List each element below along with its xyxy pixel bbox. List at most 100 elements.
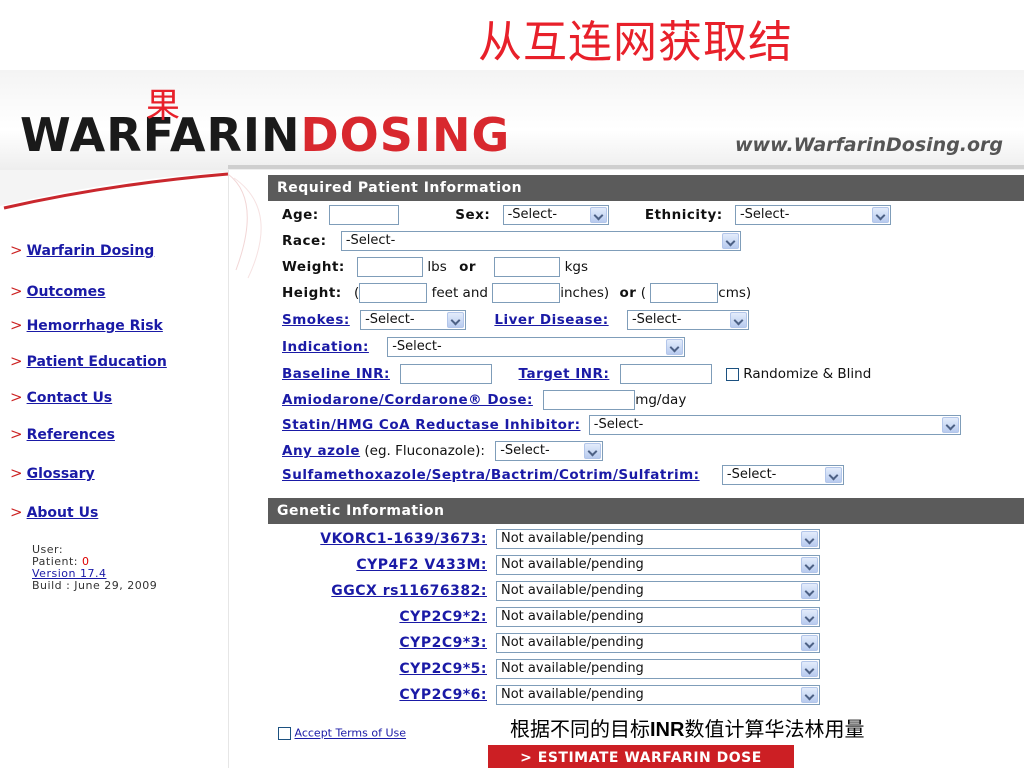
nav-patient-education[interactable]: > Patient Education xyxy=(10,352,167,370)
estimate-warfarin-dose-button[interactable]: > ESTIMATE WARFARIN DOSE xyxy=(488,745,794,768)
nav-label[interactable]: Contact Us xyxy=(27,390,113,406)
genetic-select-value: Not available/pending xyxy=(501,635,644,650)
genetic-select-cyp2c9-6[interactable]: Not available/pending xyxy=(496,685,820,705)
genetic-label-cyp2c9-3[interactable]: CYP2C9*3: xyxy=(281,632,487,654)
genetic-select-value: Not available/pending xyxy=(501,609,644,624)
weight-kgs-input[interactable] xyxy=(494,257,561,277)
statin-select[interactable]: -Select- xyxy=(588,415,961,435)
or-label: or xyxy=(459,259,477,275)
liver-disease-link[interactable]: Liver Disease: xyxy=(494,312,608,328)
statin-row: Statin/HMG CoA Reductase Inhibitor: -Sel… xyxy=(282,414,961,436)
height-cms-input[interactable] xyxy=(650,283,719,303)
age-input[interactable] xyxy=(328,205,399,225)
nav-references[interactable]: > References xyxy=(10,425,115,443)
genetic-select-value: Not available/pending xyxy=(501,661,644,676)
height-row: Height: ( feet and inches) or ( cms) xyxy=(282,282,751,304)
or-label-2: or xyxy=(619,285,637,301)
randomize-checkbox[interactable] xyxy=(725,367,739,381)
nav-hemorrhage-risk[interactable]: > Hemorrhage Risk xyxy=(10,316,163,334)
sulfa-select-value: -Select- xyxy=(726,467,777,482)
genetic-label-cyp2c9-6[interactable]: CYP2C9*6: xyxy=(281,684,487,706)
amiodarone-dose-input[interactable] xyxy=(543,390,636,410)
baseline-inr-input[interactable] xyxy=(400,364,493,384)
nav-label[interactable]: Hemorrhage Risk xyxy=(27,318,163,334)
indication-select-value: -Select- xyxy=(392,339,442,354)
chevron-down-icon xyxy=(721,233,739,249)
weight-label: Weight: xyxy=(282,259,345,275)
genetic-label-cyp2c9-2[interactable]: CYP2C9*2: xyxy=(281,606,487,628)
genetic-select-cyp2c9-5[interactable]: Not available/pending xyxy=(496,659,820,679)
genetic-label-cyp4f2[interactable]: CYP4F2 V433M: xyxy=(281,554,487,576)
nav-label[interactable]: Patient Education xyxy=(27,354,167,370)
genetic-select-value: Not available/pending xyxy=(501,687,644,702)
nav-label[interactable]: Warfarin Dosing xyxy=(27,243,155,259)
nav-glossary[interactable]: > Glossary xyxy=(10,464,95,482)
height-feet-input[interactable] xyxy=(359,283,428,303)
sex-select[interactable]: -Select- xyxy=(502,205,609,225)
genetic-select-ggcx[interactable]: Not available/pending xyxy=(496,581,820,601)
smokes-link[interactable]: Smokes: xyxy=(282,312,350,328)
accept-terms-link[interactable]: Accept Terms of Use xyxy=(295,727,407,740)
liver-select-value: -Select- xyxy=(631,312,682,327)
nav-label[interactable]: Glossary xyxy=(27,466,95,482)
smokes-select[interactable]: -Select- xyxy=(360,310,467,330)
genetic-label-ggcx[interactable]: GGCX rs11676382: xyxy=(281,580,487,602)
nav-label[interactable]: About Us xyxy=(27,505,99,521)
azole-select[interactable]: -Select- xyxy=(495,441,604,461)
ethnicity-label: Ethnicity: xyxy=(644,207,723,223)
accept-terms-checkbox[interactable] xyxy=(278,726,291,740)
chevron-down-icon xyxy=(584,443,602,459)
liver-disease-select[interactable]: -Select- xyxy=(626,310,749,330)
nav-warfarin-dosing[interactable]: > Warfarin Dosing xyxy=(10,241,154,259)
caption-text-2: 数值计算华法林用量 xyxy=(684,717,865,741)
smokes-select-value: -Select- xyxy=(365,312,415,327)
nav-label[interactable]: Outcomes xyxy=(27,284,106,300)
chevron-down-icon xyxy=(801,661,818,677)
nav-contact-us[interactable]: > Contact Us xyxy=(10,388,112,406)
banner-divider xyxy=(228,165,1024,169)
genetic-label-vkorc1[interactable]: VKORC1-1639/3673: xyxy=(281,528,487,550)
site-logo: WARFARINDOSING xyxy=(20,108,510,162)
chevron-right-icon: > xyxy=(10,388,23,406)
sex-select-value: -Select- xyxy=(507,207,558,222)
randomize-label: Randomize & Blind xyxy=(743,366,872,382)
race-select[interactable]: -Select- xyxy=(340,231,741,251)
genetic-select-value: Not available/pending xyxy=(501,531,644,546)
amiodarone-link[interactable]: Amiodarone/Cordarone® Dose: xyxy=(282,392,533,408)
decorative-swoosh xyxy=(0,170,262,279)
genetic-select-value: Not available/pending xyxy=(501,583,644,598)
chevron-down-icon xyxy=(801,609,818,625)
sulfamethoxazole-select[interactable]: -Select- xyxy=(721,465,844,485)
indication-select[interactable]: -Select- xyxy=(387,337,686,357)
indication-link[interactable]: Indication: xyxy=(282,339,369,355)
sulfamethoxazole-link[interactable]: Sulfamethoxazole/Septra/Bactrim/Cotrim/S… xyxy=(282,467,700,483)
genetic-select-cyp4f2[interactable]: Not available/pending xyxy=(496,555,820,575)
logo-part2: DOSING xyxy=(300,108,511,162)
chevron-down-icon xyxy=(666,339,684,355)
ethnicity-select[interactable]: -Select- xyxy=(734,205,891,225)
genetic-select-cyp2c9-3[interactable]: Not available/pending xyxy=(496,633,820,653)
height-inches-input[interactable] xyxy=(492,283,561,303)
genetic-select-vkorc1[interactable]: Not available/pending xyxy=(496,529,820,549)
nav-label[interactable]: References xyxy=(27,427,115,443)
target-inr-input[interactable] xyxy=(619,364,712,384)
chevron-right-icon: > xyxy=(10,316,23,334)
nav-about-us[interactable]: > About Us xyxy=(10,503,98,521)
chevron-down-icon xyxy=(447,312,465,328)
azole-link[interactable]: Any azole xyxy=(282,443,360,459)
inches-label: inches) xyxy=(560,285,610,301)
height-label: Height: xyxy=(282,285,342,301)
genetic-label-cyp2c9-5[interactable]: CYP2C9*5: xyxy=(281,658,487,680)
baseline-inr-link[interactable]: Baseline INR: xyxy=(282,366,390,382)
target-inr-link[interactable]: Target INR: xyxy=(519,366,610,382)
statin-link[interactable]: Statin/HMG CoA Reductase Inhibitor: xyxy=(282,417,580,433)
chevron-down-icon xyxy=(589,207,607,223)
nav-outcomes[interactable]: > Outcomes xyxy=(10,282,105,300)
race-select-value: -Select- xyxy=(345,233,396,248)
age-sex-ethnicity-row: Age: Sex: -Select- Ethnicity: -Select- xyxy=(282,204,891,226)
slide-title: 从互连网获取结 xyxy=(478,17,793,68)
weight-lbs-input[interactable] xyxy=(357,257,424,277)
build-info: Build : June 29, 2009 xyxy=(32,579,158,592)
user-info: User: Patient: 0 Version 17.4 Build : Ju… xyxy=(32,544,157,592)
genetic-select-cyp2c9-2[interactable]: Not available/pending xyxy=(496,607,820,627)
